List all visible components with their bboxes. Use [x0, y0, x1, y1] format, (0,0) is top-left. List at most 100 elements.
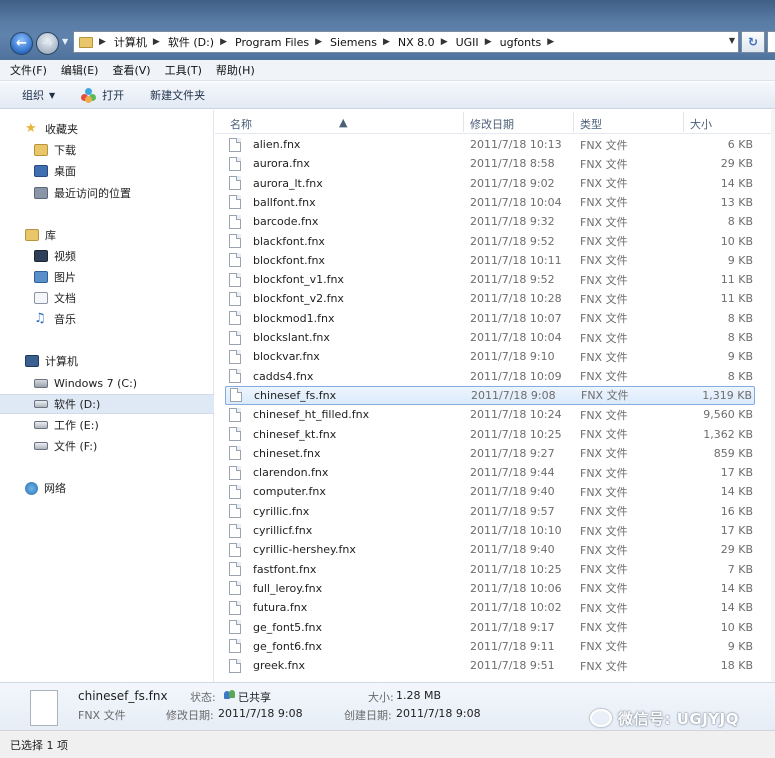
menu-file[interactable]: 文件(F)	[10, 62, 47, 78]
file-row[interactable]: cyrillic-hershey.fnx 2011/7/18 9:40 FNX 文件…	[225, 540, 755, 559]
chevron-right-icon[interactable]: ▶	[153, 37, 160, 47]
nav-drive-c[interactable]: Windows 7 (C:)	[0, 373, 214, 393]
file-row[interactable]: cyrillic.fnx 2011/7/18 9:57 FNX 文件 16 KB	[225, 502, 755, 521]
breadcrumb-item[interactable]: ugfonts ▶	[500, 36, 563, 49]
vertical-scrollbar[interactable]	[771, 110, 775, 682]
column-type[interactable]: 类型	[580, 116, 602, 132]
file-row[interactable]: blackfont.fnx 2011/7/18 9:52 FNX 文件 10 KB	[225, 232, 755, 251]
chevron-right-icon[interactable]: ▶	[547, 37, 554, 47]
file-type: FNX 文件	[580, 582, 628, 596]
chevron-right-icon[interactable]: ▶	[485, 37, 492, 47]
nav-documents[interactable]: 文档	[0, 288, 214, 308]
file-date: 2011/7/18 10:10	[470, 524, 562, 537]
file-size: 10 KB	[720, 620, 753, 634]
file-row[interactable]: blockfont_v2.fnx 2011/7/18 10:28 FNX 文件 11 …	[225, 289, 755, 308]
open-with-icon	[81, 87, 97, 103]
refresh-button[interactable]: ↻	[741, 31, 765, 53]
nav-downloads[interactable]: 下载	[0, 140, 214, 160]
organize-button[interactable]: 组织 ▼	[22, 87, 55, 103]
file-list: ▲ 名称 修改日期 类型 大小 alien.fnx 2011/7/18 10:13…	[215, 110, 775, 682]
breadcrumb-item[interactable]: Program Files ▶	[235, 36, 330, 49]
open-button[interactable]: 打开	[81, 87, 124, 103]
nav-network[interactable]: 网络	[0, 478, 214, 498]
breadcrumb-item[interactable]: 软件 (D:) ▶	[168, 34, 235, 50]
nav-drive-e[interactable]: 工作 (E:)	[0, 415, 214, 435]
column-name[interactable]: 名称	[230, 116, 252, 132]
file-row[interactable]: cadds4.fnx 2011/7/18 10:09 FNX 文件 8 KB	[225, 367, 755, 386]
column-divider[interactable]	[463, 112, 464, 132]
chevron-right-icon[interactable]: ▶	[220, 37, 227, 47]
file-date: 2011/7/18 9:57	[470, 504, 555, 518]
file-row[interactable]: chinesef_kt.fnx 2011/7/18 10:25 FNX 文件 1,36…	[225, 425, 755, 444]
file-row[interactable]: fastfont.fnx 2011/7/18 10:25 FNX 文件 7 KB	[225, 560, 755, 579]
file-icon	[229, 542, 241, 557]
file-row[interactable]: blockmod1.fnx 2011/7/18 10:07 FNX 文件 8 KB	[225, 309, 755, 328]
nav-computer[interactable]: 计算机	[0, 351, 214, 371]
menu-help[interactable]: 帮助(H)	[216, 62, 255, 78]
nav-libraries[interactable]: 库	[0, 225, 214, 245]
file-row[interactable]: alien.fnx 2011/7/18 10:13 FNX 文件 6 KB	[225, 135, 755, 154]
breadcrumb-item[interactable]: Siemens ▶	[330, 36, 398, 49]
details-state-value: 已共享	[238, 691, 271, 704]
explorer-window: ← → ▼ ▶ 计算机 ▶ 软件 (D:) ▶ Program Files ▶ Sie…	[0, 0, 775, 758]
details-size-value: 1.28 MB	[396, 689, 442, 702]
file-row[interactable]: ballfont.fnx 2011/7/18 10:04 FNX 文件 13 KB	[225, 193, 755, 212]
menu-tools[interactable]: 工具(T)	[165, 62, 202, 78]
file-row[interactable]: computer.fnx 2011/7/18 9:40 FNX 文件 14 KB	[225, 482, 755, 501]
file-row[interactable]: clarendon.fnx 2011/7/18 9:44 FNX 文件 17 KB	[225, 463, 755, 482]
history-dropdown-icon[interactable]: ▼	[62, 37, 68, 46]
menu-view[interactable]: 查看(V)	[112, 62, 150, 78]
chevron-right-icon[interactable]: ▶	[383, 37, 390, 47]
new-folder-button[interactable]: 新建文件夹	[150, 87, 205, 103]
file-row[interactable]: ge_font6.fnx 2011/7/18 9:11 FNX 文件 9 KB	[225, 637, 755, 656]
file-date: 2011/7/18 9:40	[470, 485, 555, 499]
file-row[interactable]: full_leroy.fnx 2011/7/18 10:06 FNX 文件 14 KB	[225, 579, 755, 598]
nav-drive-f[interactable]: 文件 (F:)	[0, 436, 214, 456]
file-row[interactable]: ge_font5.fnx 2011/7/18 9:17 FNX 文件 10 KB	[225, 618, 755, 637]
new-folder-label: 新建文件夹	[150, 89, 206, 102]
file-date: 2011/7/18 9:44	[470, 466, 555, 480]
network-icon	[25, 481, 38, 495]
file-row[interactable]: blockslant.fnx 2011/7/18 10:04 FNX 文件 8 KB	[225, 328, 755, 347]
file-size: 8 KB	[727, 369, 753, 383]
column-divider[interactable]	[683, 112, 684, 132]
chevron-right-icon[interactable]: ▶	[441, 37, 448, 47]
chevron-right-icon[interactable]: ▶	[315, 37, 322, 47]
nav-music[interactable]: ♫ 音乐	[0, 309, 214, 329]
breadcrumb-root-chevron[interactable]: ▶	[99, 37, 114, 47]
file-row[interactable]: blockvar.fnx 2011/7/18 9:10 FNX 文件 9 KB	[225, 347, 755, 366]
file-row[interactable]: cyrillicf.fnx 2011/7/18 10:10 FNX 文件 17 KB	[225, 521, 755, 540]
nav-videos[interactable]: 视频	[0, 246, 214, 266]
arrow-right-icon: →	[42, 36, 53, 51]
column-size[interactable]: 大小	[690, 116, 712, 132]
file-row[interactable]: aurora.fnx 2011/7/18 8:58 FNX 文件 29 KB	[225, 154, 755, 173]
column-divider[interactable]	[573, 112, 574, 132]
file-large-icon	[30, 690, 58, 726]
file-row[interactable]: chineset.fnx 2011/7/18 9:27 FNX 文件 859 KB	[225, 444, 755, 463]
file-row[interactable]: chinesef_fs.fnx 2011/7/18 9:08 FNX 文件 1,319…	[225, 385, 755, 405]
column-date[interactable]: 修改日期	[470, 116, 514, 132]
file-row[interactable]: futura.fnx 2011/7/18 10:02 FNX 文件 14 KB	[225, 598, 755, 617]
breadcrumb-item[interactable]: 计算机 ▶	[114, 34, 168, 50]
file-row[interactable]: aurora_lt.fnx 2011/7/18 9:02 FNX 文件 14 KB	[225, 174, 755, 193]
file-row[interactable]: chinesef_ht_filled.fnx 2011/7/18 10:24 FNX…	[225, 405, 755, 424]
nav-desktop[interactable]: 桌面	[0, 161, 214, 181]
address-bar[interactable]: ▶ 计算机 ▶ 软件 (D:) ▶ Program Files ▶ Siemens ▶ …	[73, 31, 739, 53]
search-input[interactable]	[767, 31, 775, 53]
file-name: blackfont.fnx	[253, 234, 325, 248]
file-row[interactable]: greek.fnx 2011/7/18 9:51 FNX 文件 18 KB	[225, 656, 755, 675]
forward-button[interactable]: →	[36, 32, 59, 55]
nav-recent[interactable]: 最近访问的位置	[0, 183, 214, 203]
details-file-name: chinesef_fs.fnx	[78, 689, 168, 703]
nav-pictures[interactable]: 图片	[0, 267, 214, 287]
address-dropdown-icon[interactable]: ▼	[729, 36, 735, 45]
file-row[interactable]: blockfont.fnx 2011/7/18 10:11 FNX 文件 9 KB	[225, 251, 755, 270]
back-button[interactable]: ←	[10, 32, 33, 55]
breadcrumb-item[interactable]: UGII ▶	[456, 36, 500, 49]
file-row[interactable]: barcode.fnx 2011/7/18 9:32 FNX 文件 8 KB	[225, 212, 755, 231]
nav-drive-d[interactable]: 软件 (D:)	[0, 394, 214, 414]
breadcrumb-item[interactable]: NX 8.0 ▶	[398, 36, 456, 49]
nav-favorites[interactable]: ★ 收藏夹	[0, 119, 214, 139]
file-row[interactable]: blockfont_v1.fnx 2011/7/18 9:52 FNX 文件 11 K…	[225, 270, 755, 289]
menu-edit[interactable]: 编辑(E)	[61, 62, 99, 78]
